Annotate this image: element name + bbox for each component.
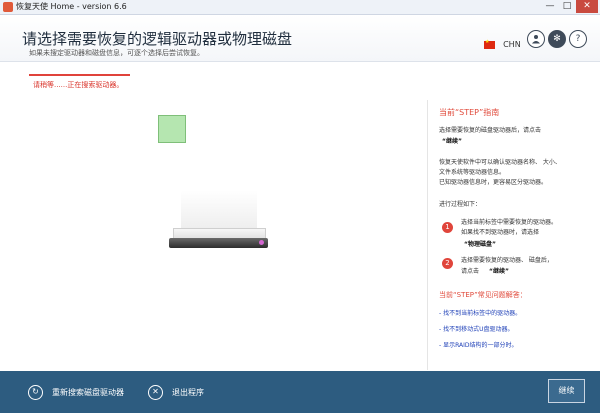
minimize-button[interactable]: —	[542, 0, 558, 13]
faq-title: 当前“STEP”常见问题解答：	[439, 291, 527, 299]
faq-item[interactable]: - 找不到移动式U盘驱动器。	[439, 324, 513, 333]
window-title: 恢复天使 Home - version 6.6	[16, 2, 127, 11]
guide-info-2: 文件系统等驱动器信息。	[439, 169, 506, 176]
window-titlebar: 恢复天使 Home - version 6.6 — □ ✕	[0, 0, 600, 15]
drive-led-icon	[259, 240, 264, 245]
drive-placeholder-tile[interactable]	[158, 115, 186, 143]
step-2-continue: “继续”	[489, 268, 509, 275]
rescan-label: 重新搜索磁盘驱动器	[52, 387, 124, 397]
exit-program-button[interactable]: ✕ 退出程序	[148, 383, 204, 401]
gear-icon[interactable]: ✻	[548, 30, 566, 48]
step-1-physical-disk: “物理磁盘”	[464, 241, 496, 248]
step-2-line-2: 请点击	[461, 268, 480, 275]
search-progress-bar	[29, 74, 130, 76]
step-2-badge: 2	[442, 258, 453, 269]
close-button[interactable]: ✕	[576, 0, 598, 13]
step-guide-panel: 当前“STEP”指南 选择需要恢复的磁盘驱动器后，请点击 “继续” 恢复天使软件…	[427, 100, 600, 370]
page-subtitle: 如果未搜定驱动器和磁盘信息，可逐个选择后尝试恢复。	[29, 49, 204, 57]
step-1-line-1: 选择当前标签中需要恢复的驱动器。	[461, 219, 558, 226]
search-status-text: 请稍等......正在搜索驱动器。	[33, 81, 124, 89]
question-icon[interactable]: ?	[569, 30, 587, 48]
guide-title: 当前“STEP”指南	[439, 108, 500, 117]
step-2-line-1: 选择需要恢复的驱动器、 磁盘后，	[461, 257, 553, 264]
guide-intro-continue: “继续”	[442, 138, 462, 145]
step-1-badge: 1	[442, 222, 453, 233]
hard-drive-icon	[167, 190, 270, 252]
rescan-drives-button[interactable]: ↻ 重新搜索磁盘驱动器	[28, 383, 124, 401]
exit-label: 退出程序	[172, 387, 204, 397]
step-1-line-2: 如果找不到驱动器时，请选择	[461, 229, 540, 236]
guide-intro: 选择需要恢复的磁盘驱动器后，请点击	[439, 127, 542, 134]
guide-info-3: 已知驱动器信息时，更容易区分驱动器。	[439, 179, 548, 186]
drive-top	[181, 190, 257, 232]
guide-info-1: 恢复天使软件中可以确认驱动器名称、 大小、	[439, 159, 561, 166]
language-selector[interactable]: CHN	[484, 34, 521, 53]
refresh-icon: ↻	[28, 384, 43, 400]
faq-item[interactable]: - 显示RAID结构的一部分时。	[439, 340, 518, 349]
faq-item[interactable]: - 找不到当前标签中的驱动器。	[439, 308, 521, 317]
drive-base	[169, 238, 268, 248]
maximize-button[interactable]: □	[559, 0, 575, 13]
language-label: CHN	[503, 40, 521, 49]
guide-process-title: 进行过程如下：	[439, 201, 482, 208]
user-icon[interactable]	[527, 30, 545, 48]
app-icon	[3, 2, 13, 12]
close-circle-icon: ✕	[148, 384, 163, 400]
china-flag-icon	[484, 39, 495, 49]
page-header: 请选择需要恢复的逻辑驱动器或物理磁盘 如果未搜定驱动器和磁盘信息，可逐个选择后尝…	[0, 15, 600, 62]
footer-bar: ↻ 重新搜索磁盘驱动器 ✕ 退出程序 继续	[0, 371, 600, 413]
continue-button[interactable]: 继续	[548, 379, 585, 403]
page-title: 请选择需要恢复的逻辑驱动器或物理磁盘	[22, 30, 293, 48]
